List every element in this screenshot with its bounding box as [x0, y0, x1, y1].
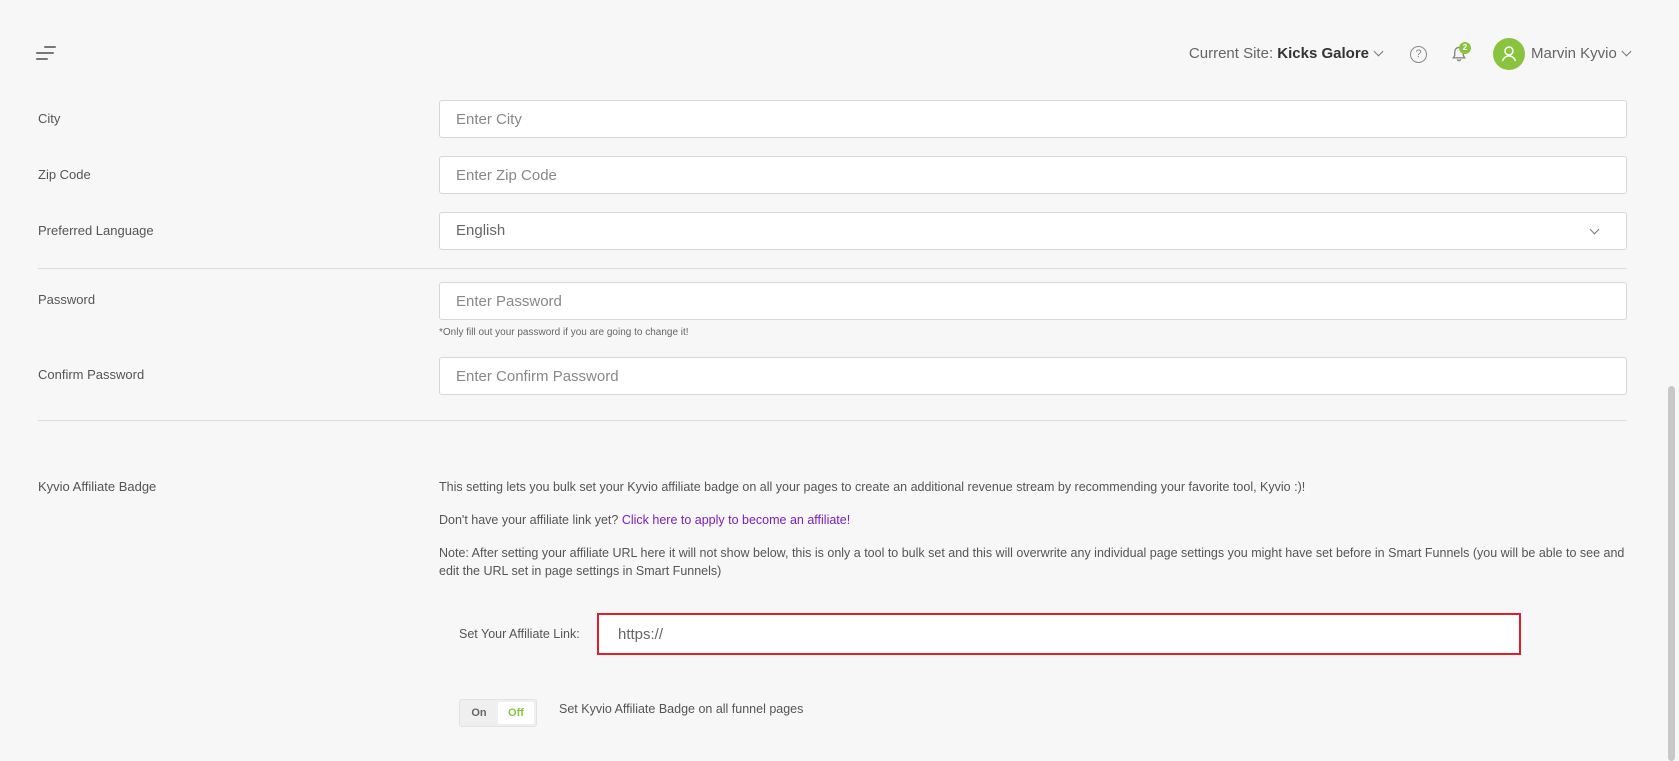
question-circle-icon[interactable]: ?	[1410, 46, 1427, 63]
chevron-down-icon	[1589, 224, 1600, 235]
affiliate-no-link: Don't have your affiliate link yet? Clic…	[439, 511, 1629, 529]
menu-toggle-icon[interactable]	[36, 46, 56, 62]
toggle-off-option[interactable]: Off	[498, 702, 534, 724]
preferred-language-value: English	[456, 222, 506, 239]
section-divider	[38, 268, 1627, 269]
top-bar: Current Site: Kicks Galore ? 2 Marvin Ky…	[0, 0, 1679, 100]
affiliate-badge-label: Kyvio Affiliate Badge	[38, 479, 157, 494]
password-input[interactable]	[439, 282, 1627, 320]
no-link-text: Don't have your affiliate link yet?	[439, 513, 619, 527]
user-name: Marvin Kyvio	[1531, 45, 1632, 62]
current-site-dropdown[interactable]: Current Site: Kicks Galore	[1188, 45, 1384, 62]
affiliate-note: Note: After setting your affiliate URL h…	[439, 546, 1625, 578]
avatar	[1493, 38, 1525, 70]
scrollbar-thumb[interactable]	[1668, 386, 1675, 761]
city-input[interactable]	[439, 100, 1627, 138]
password-label: Password	[38, 292, 96, 307]
notification-badge: 2	[1459, 42, 1471, 54]
affiliate-badge-toggle[interactable]: On Off	[459, 699, 537, 727]
current-site-value: Kicks Galore	[1277, 45, 1369, 62]
affiliate-toggle-label: Set Kyvio Affiliate Badge on all funnel …	[559, 702, 804, 716]
preferred-language-select[interactable]: English	[439, 212, 1627, 250]
zip-code-input[interactable]	[439, 156, 1627, 194]
user-icon	[1501, 46, 1517, 62]
chevron-down-icon	[1621, 46, 1632, 57]
apply-affiliate-link[interactable]: Click here to apply to become an affilia…	[622, 513, 850, 527]
affiliate-link-input[interactable]	[597, 613, 1521, 655]
city-label: City	[38, 111, 61, 126]
zip-code-label: Zip Code	[38, 167, 91, 182]
affiliate-link-label: Set Your Affiliate Link:	[459, 627, 580, 641]
affiliate-description: This setting lets you bulk set your Kyvi…	[439, 480, 1306, 494]
preferred-language-label: Preferred Language	[38, 223, 154, 238]
current-site-label: Current Site:	[1188, 45, 1274, 62]
confirm-password-input[interactable]	[439, 357, 1627, 395]
chevron-down-icon	[1373, 46, 1384, 57]
confirm-password-label: Confirm Password	[38, 367, 145, 382]
password-hint: *Only fill out your password if you are …	[439, 327, 689, 338]
section-divider	[38, 420, 1627, 421]
toggle-on-option[interactable]: On	[460, 700, 498, 726]
